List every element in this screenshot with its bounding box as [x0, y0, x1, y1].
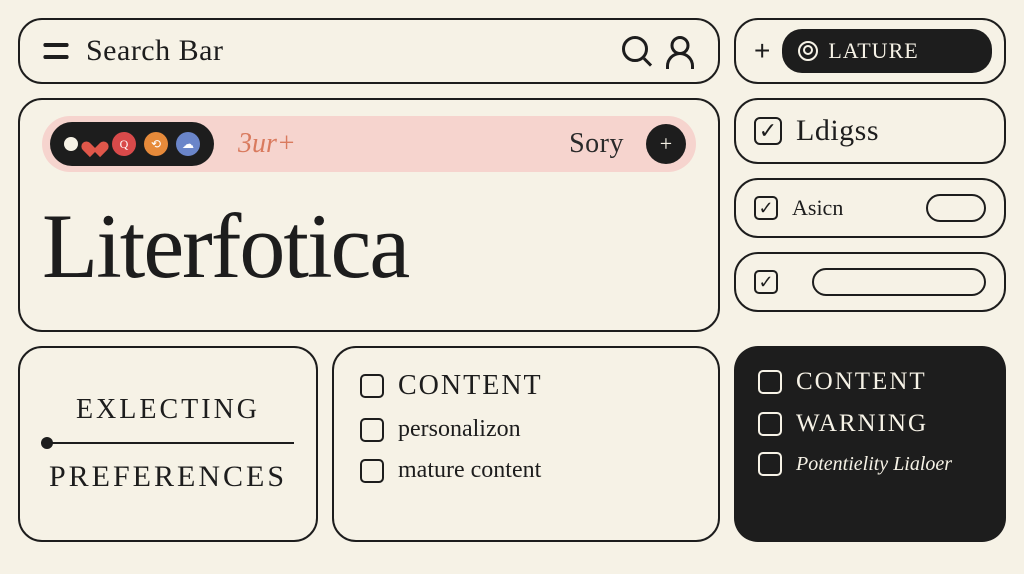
content-item-2-row: mature content: [360, 457, 692, 484]
ldigss-label: Ldigss: [796, 114, 879, 148]
hero-title: Literfotica: [42, 200, 696, 292]
tab-label-2: Sory: [569, 128, 624, 160]
checkbox-icon[interactable]: [360, 374, 384, 398]
preferences-panel: EXLECTING PREFERENCES: [18, 346, 318, 542]
tab-add-icon[interactable]: +: [646, 124, 686, 164]
tab-label-1: 3ur+: [238, 128, 296, 160]
warn-row-2: WARNING: [758, 410, 982, 438]
user-mini-icon: [798, 41, 818, 61]
search-action-icons: [622, 36, 694, 66]
checkbox-icon[interactable]: [758, 370, 782, 394]
warn-line3: Potentielity Lialoer: [796, 453, 952, 476]
prefs-line1: EXLECTING: [76, 394, 260, 426]
content-heading: CONTENT: [398, 370, 543, 402]
prefs-line2: PREFERENCES: [49, 460, 287, 494]
checkbox-icon[interactable]: [758, 412, 782, 436]
asicn-panel[interactable]: ✓ Asicn: [734, 178, 1006, 238]
checkbox-icon[interactable]: ✓: [754, 270, 778, 294]
checkbox-icon[interactable]: ✓: [754, 117, 782, 145]
warning-panel: CONTENT WARNING Potentielity Lialoer: [734, 346, 1006, 542]
top-right-group: + LATURE: [734, 18, 1006, 84]
circle-blue-icon: ☁: [176, 132, 200, 156]
content-item-2: mature content: [398, 457, 541, 484]
warn-line2: WARNING: [796, 410, 928, 438]
divider-icon: [42, 442, 294, 445]
search-bar[interactable]: Search Bar: [18, 18, 720, 84]
warn-line1: CONTENT: [796, 368, 927, 396]
checkbox-icon[interactable]: ✓: [754, 196, 778, 220]
content-item-1: personalizon: [398, 416, 521, 443]
warn-row-3: Potentielity Lialoer: [758, 452, 982, 476]
search-icon[interactable]: [622, 36, 652, 66]
plus-icon[interactable]: +: [754, 35, 770, 67]
menu-icon[interactable]: [42, 39, 70, 63]
content-panel: CONTENT personalizon mature content: [332, 346, 720, 542]
content-item-1-row: personalizon: [360, 416, 692, 443]
user-icon[interactable]: [666, 36, 694, 66]
mini-pill-icon: [926, 194, 986, 222]
circle-orange-icon: ⟲: [144, 132, 168, 156]
warn-row-1: CONTENT: [758, 368, 982, 396]
search-placeholder: Search Bar: [86, 34, 606, 68]
content-heading-row: CONTENT: [360, 370, 692, 402]
dot-icon: [64, 137, 78, 151]
tab-icon-cluster[interactable]: Q ⟲ ☁: [50, 122, 214, 166]
lature-label: LATURE: [828, 38, 918, 64]
hero-panel: Q ⟲ ☁ 3ur+ Sory + Literfotica: [18, 98, 720, 332]
ldigss-panel[interactable]: ✓ Ldigss: [734, 98, 1006, 164]
lature-pill[interactable]: LATURE: [782, 29, 992, 73]
blank-panel[interactable]: ✓: [734, 252, 1006, 312]
checkbox-icon[interactable]: [360, 459, 384, 483]
heart-icon: [86, 135, 104, 153]
checkbox-icon[interactable]: [360, 418, 384, 442]
hero-tab-bar: Q ⟲ ☁ 3ur+ Sory +: [42, 116, 696, 172]
mini-pill-icon: [812, 268, 986, 296]
asicn-label: Asicn: [792, 195, 843, 221]
circle-red-icon: Q: [112, 132, 136, 156]
checkbox-icon[interactable]: [758, 452, 782, 476]
